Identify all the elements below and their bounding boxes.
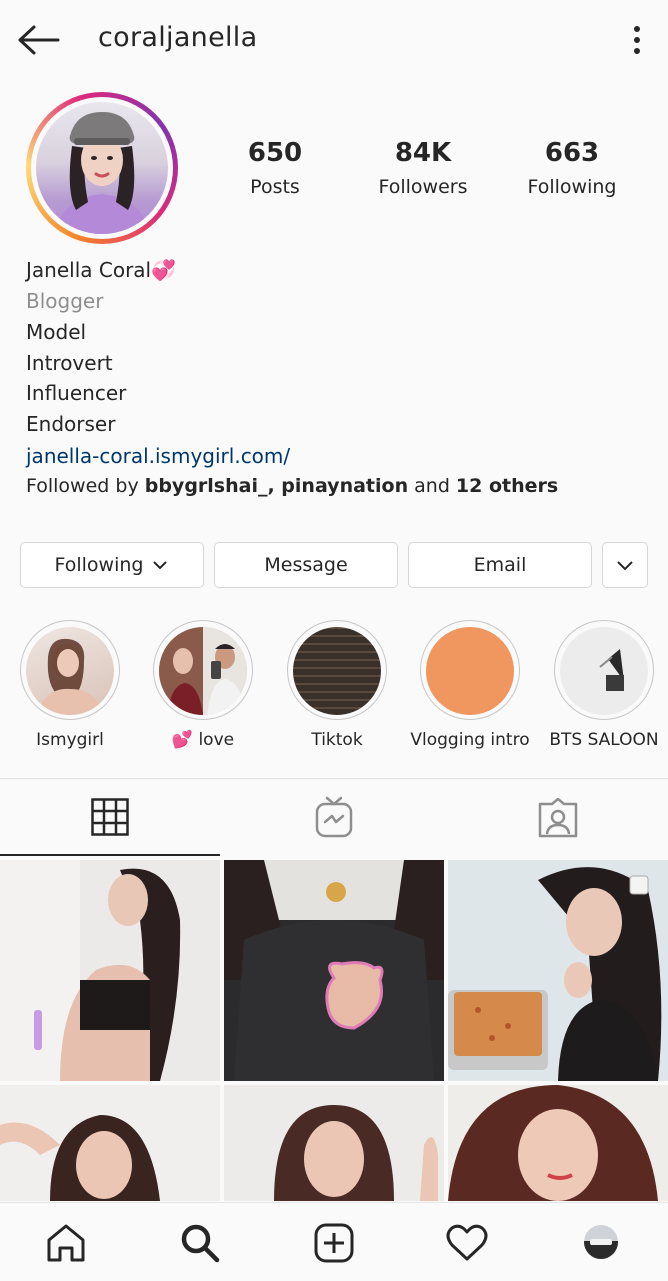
followers-label[interactable]: Followers [353, 176, 493, 198]
avatar-photo [54, 112, 150, 234]
active-tab-indicator [0, 854, 220, 856]
new-post-icon[interactable] [314, 1223, 354, 1263]
grid-icon [91, 798, 129, 836]
profile-category: Blogger [26, 289, 104, 313]
chevron-down-icon [153, 561, 168, 570]
post-image [448, 1085, 658, 1201]
post-thumbnail[interactable] [224, 1085, 444, 1201]
posts-count[interactable]: 650 [215, 138, 335, 168]
following-count[interactable]: 663 [512, 138, 632, 168]
tab-posts-grid[interactable] [0, 779, 220, 855]
post-thumbnail[interactable] [448, 860, 668, 1081]
followers-count[interactable]: 84K [363, 138, 483, 168]
post-thumbnail[interactable] [0, 860, 220, 1081]
post-image [0, 1115, 160, 1201]
tagged-icon [538, 798, 578, 838]
post-thumbnail[interactable] [0, 1085, 220, 1201]
back-arrow-icon[interactable] [14, 20, 62, 60]
suggested-accounts-button[interactable] [602, 542, 648, 588]
activity-heart-icon[interactable] [446, 1223, 488, 1263]
highlight-label[interactable]: Vlogging intro [400, 730, 540, 750]
tab-igtv[interactable] [224, 779, 444, 855]
profile-avatar[interactable] [36, 102, 168, 234]
highlight-image [159, 627, 247, 715]
following-button[interactable]: Following [20, 542, 204, 588]
followed-by-and: and [408, 475, 456, 497]
posts-label[interactable]: Posts [205, 176, 345, 198]
highlight-label[interactable]: Tiktok [267, 730, 407, 750]
post-image [224, 860, 444, 1081]
tab-tagged[interactable] [448, 779, 668, 855]
igtv-icon [315, 796, 353, 838]
highlight-label[interactable]: BTS SALOON [534, 730, 668, 750]
message-button-label: Message [264, 554, 348, 576]
bio-line: Introvert [26, 351, 113, 375]
profile-avatar-icon[interactable] [584, 1225, 618, 1259]
highlight-cover[interactable] [159, 627, 247, 715]
followed-by-users: bbygrlshai_, pinaynation [144, 475, 409, 497]
highlight-cover[interactable] [560, 627, 648, 715]
bottom-navigation [0, 1202, 668, 1281]
profile-display-name: Janella Coral💞 [26, 258, 176, 282]
more-options-icon[interactable] [624, 22, 650, 58]
post-image [448, 867, 662, 1081]
post-image [0, 860, 181, 1081]
search-icon[interactable] [180, 1223, 220, 1263]
bio-website-link[interactable]: janella-coral.ismygirl.com/ [26, 444, 290, 468]
following-label[interactable]: Following [502, 176, 642, 198]
post-thumbnail[interactable] [448, 1085, 668, 1201]
highlight-cover[interactable] [426, 627, 514, 715]
message-button[interactable]: Message [214, 542, 398, 588]
home-icon[interactable] [46, 1223, 86, 1263]
email-button[interactable]: Email [408, 542, 592, 588]
highlight-label[interactable]: 💕 love [133, 730, 273, 750]
bio-line: Influencer [26, 381, 127, 405]
highlight-image [36, 638, 106, 715]
profile-avatar-image [584, 1239, 618, 1259]
post-image [274, 1105, 438, 1201]
chevron-down-icon [617, 561, 633, 571]
followed-by-prefix: Followed by [26, 475, 145, 497]
followed-by-text[interactable]: Followed by bbygrlshai_, pinaynation and… [26, 475, 558, 497]
followed-by-others: 12 others [455, 475, 559, 497]
profile-username: coraljanella [98, 22, 258, 53]
bio-line: Endorser [26, 412, 116, 436]
email-button-label: Email [473, 554, 527, 576]
highlight-label[interactable]: Ismygirl [0, 730, 140, 750]
top-bar: coraljanella [0, 0, 668, 82]
following-button-label: Following [54, 554, 144, 576]
highlight-cover[interactable] [26, 627, 114, 715]
bio-line: Model [26, 320, 87, 344]
post-thumbnail[interactable] [224, 860, 444, 1081]
highlight-image [599, 649, 624, 691]
highlight-cover[interactable] [293, 627, 381, 715]
